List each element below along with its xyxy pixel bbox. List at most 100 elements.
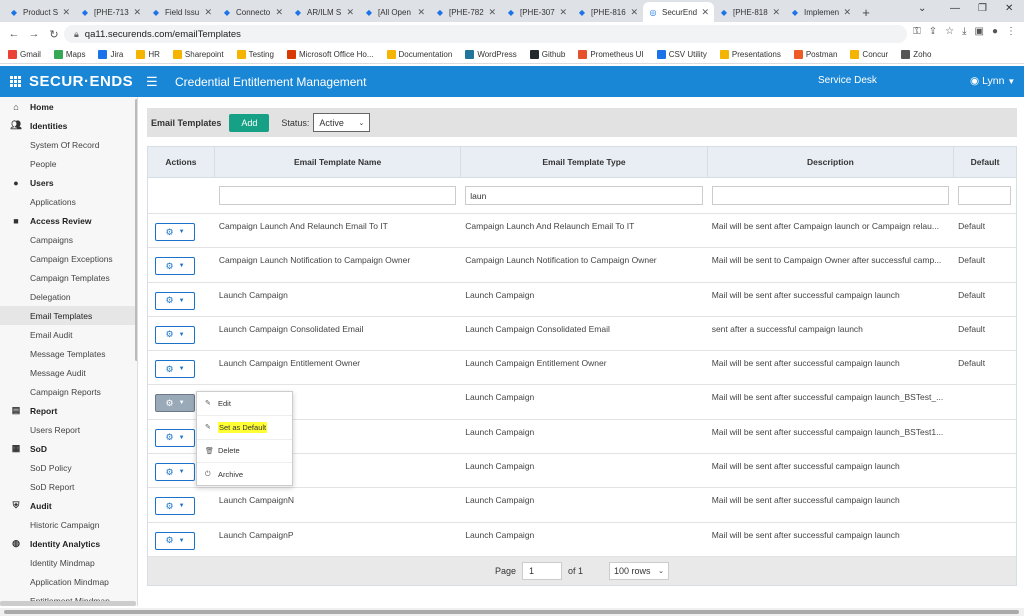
bookmark-item[interactable]: Documentation <box>386 50 452 59</box>
sidebar-item-users-report[interactable]: Users Report <box>0 420 137 439</box>
sidebar-item-identities[interactable]: 👥︎ Identities <box>0 116 137 135</box>
menu-item-set-as-default[interactable]: ✎ Set as Default <box>197 416 292 440</box>
sidebar-item-access-review[interactable]: ■ Access Review <box>0 211 137 230</box>
bookmark-item[interactable]: Microsoft Office Ho... <box>286 50 374 59</box>
key-icon[interactable]: ⚿ <box>913 26 921 37</box>
bookmark-item[interactable]: Github <box>529 50 565 59</box>
page-horizontal-scrollbar[interactable] <box>0 608 1024 616</box>
tab-close-icon[interactable]: ✕ <box>701 7 709 18</box>
tab-close-icon[interactable]: ✕ <box>843 7 851 18</box>
profile-icon[interactable]: ● <box>992 26 998 37</box>
bookmark-item[interactable]: WordPress <box>465 50 517 59</box>
bookmark-item[interactable]: Testing <box>236 50 274 59</box>
bookmark-item[interactable]: Postman <box>793 50 837 59</box>
reload-icon[interactable]: ↻ <box>44 28 64 41</box>
tab-close-icon[interactable]: ✕ <box>488 7 496 18</box>
sidebar-item-users[interactable]: ● Users <box>0 173 137 192</box>
bookmark-item[interactable]: Maps <box>53 50 85 59</box>
browser-tab[interactable]: ◆ AR/ILM S ✕ <box>288 2 359 22</box>
restore-icon[interactable]: ❐ <box>978 3 987 14</box>
actions-gear-button[interactable]: ⚙ ▼ <box>155 428 195 447</box>
browser-tab[interactable]: ◆ Connecto ✕ <box>217 2 288 22</box>
bookmark-item[interactable]: Jira <box>98 50 123 59</box>
tab-close-icon[interactable]: ✕ <box>204 7 212 18</box>
page-number-input[interactable]: 1 <box>522 561 562 580</box>
actions-gear-button[interactable]: ⚙ ▼ <box>155 223 195 241</box>
sidebar-horizontal-scrollbar[interactable] <box>0 601 136 606</box>
sidebar-item-campaign-exceptions[interactable]: Campaign Exceptions <box>0 249 137 268</box>
actions-gear-button[interactable]: ⚙ ▼ <box>155 394 195 413</box>
sidebar-item-identity-analytics[interactable]: ◍ Identity Analytics <box>0 534 137 553</box>
bookmark-item[interactable]: Presentations <box>719 50 781 59</box>
filter-default-input[interactable] <box>958 186 1011 205</box>
browser-tab[interactable]: ◆ Field Issu ✕ <box>146 2 217 22</box>
bookmark-item[interactable]: Concur <box>850 50 888 59</box>
sidebar-item-email-templates[interactable]: Email Templates <box>0 306 137 325</box>
browser-tab[interactable]: ◆ [PHE-713 ✕ <box>75 2 146 22</box>
sidebar-item-message-audit[interactable]: Message Audit <box>0 363 137 382</box>
bookmark-item[interactable]: Prometheus UI <box>578 50 644 59</box>
sidebar-item-applications[interactable]: Applications <box>0 192 137 211</box>
filter-name-input[interactable] <box>218 186 457 205</box>
actions-gear-button[interactable]: ⚙ ▼ <box>155 497 195 516</box>
menu-item-edit[interactable]: ✎ Edit <box>197 392 292 416</box>
tab-close-icon[interactable]: ✕ <box>133 7 141 18</box>
sidebar-item-report[interactable]: ▤ Report <box>0 401 137 420</box>
sidebar-item-sod-report[interactable]: SoD Report <box>0 477 137 496</box>
tab-close-icon[interactable]: ✕ <box>630 7 638 18</box>
actions-gear-button[interactable]: ⚙ ▼ <box>155 325 195 344</box>
sidebar-item-sod[interactable]: ▦ SoD <box>0 439 137 458</box>
browser-tab[interactable]: ◆ [PHE-782 ✕ <box>430 2 501 22</box>
actions-gear-button[interactable]: ⚙ ▼ <box>155 257 195 276</box>
kebab-menu-icon[interactable]: ⋮ <box>1006 26 1016 37</box>
scrollbar-thumb[interactable] <box>4 610 1019 614</box>
sidebar-item-audit[interactable]: ⛨ Audit <box>0 496 137 515</box>
actions-gear-button[interactable]: ⚙ ▼ <box>155 291 195 310</box>
sidebar-item-identity-mindmap[interactable]: Identity Mindmap <box>0 553 137 572</box>
back-icon[interactable]: ← <box>4 28 24 40</box>
filter-type-input[interactable]: laun <box>465 186 703 205</box>
browser-tab[interactable]: ◆ [PHE-307 ✕ <box>501 2 572 22</box>
header-template-type[interactable]: Email Template Type <box>461 147 708 177</box>
share-icon[interactable]: ⇪ <box>929 26 937 37</box>
hamburger-menu-icon[interactable]: ☰ <box>146 74 158 90</box>
filter-description-input[interactable] <box>711 186 950 205</box>
tab-close-icon[interactable]: ✕ <box>346 7 354 18</box>
sidebar-item-people[interactable]: People <box>0 154 137 173</box>
browser-tab[interactable]: ◆ Implemen ✕ <box>785 2 856 22</box>
sidebar-scrollbar[interactable] <box>135 99 137 361</box>
header-template-name[interactable]: Email Template Name <box>215 147 462 177</box>
tab-search-icon[interactable]: ⌄ <box>918 3 926 14</box>
sidebar-item-campaign-templates[interactable]: Campaign Templates <box>0 268 137 287</box>
star-icon[interactable]: ☆ <box>945 26 954 37</box>
forward-icon[interactable]: → <box>24 28 44 40</box>
sidebar-item-application-mindmap[interactable]: Application Mindmap <box>0 572 137 591</box>
download-icon[interactable]: ⤓ <box>962 26 966 37</box>
header-default[interactable]: Default <box>954 147 1016 177</box>
bookmark-item[interactable]: Gmail <box>8 50 41 59</box>
bookmark-item[interactable]: HR <box>136 50 160 59</box>
new-tab-icon[interactable]: + <box>856 2 876 22</box>
header-description[interactable]: Description <box>708 147 955 177</box>
menu-item-archive[interactable]: ⏻ Archive <box>197 463 292 487</box>
url-input[interactable]: 🔒︎ qa11.securends.com/emailTemplates <box>64 25 907 43</box>
actions-gear-button[interactable]: ⚙ ▼ <box>155 360 195 379</box>
sidebar-item-email-audit[interactable]: Email Audit <box>0 325 137 344</box>
sidebar-item-message-templates[interactable]: Message Templates <box>0 344 137 363</box>
actions-gear-button[interactable]: ⚙ ▼ <box>155 531 195 550</box>
sidebar-item-historic-campaign[interactable]: Historic Campaign <box>0 515 137 534</box>
browser-tab[interactable]: ◆ [PHE-818 ✕ <box>714 2 785 22</box>
service-desk-link[interactable]: Service Desk <box>818 75 877 86</box>
browser-tab[interactable]: ◎ SecurEnd ✕ <box>643 2 714 22</box>
browser-tab[interactable]: ◆ [PHE-816 ✕ <box>572 2 643 22</box>
sidebar-item-campaigns[interactable]: Campaigns <box>0 230 137 249</box>
browser-tab[interactable]: ◆ Product S ✕ <box>4 2 75 22</box>
tab-close-icon[interactable]: ✕ <box>417 7 425 18</box>
sidebar-item-delegation[interactable]: Delegation <box>0 287 137 306</box>
close-window-icon[interactable]: ✕ <box>1005 3 1013 14</box>
sidepanel-icon[interactable]: ▣ <box>975 26 984 37</box>
tab-close-icon[interactable]: ✕ <box>62 7 70 18</box>
rows-per-page-select[interactable]: 100 rows ⌄ <box>609 561 670 580</box>
sidebar-item-system-of-record[interactable]: System Of Record <box>0 135 137 154</box>
status-select[interactable]: Active ⌄ <box>313 113 371 132</box>
